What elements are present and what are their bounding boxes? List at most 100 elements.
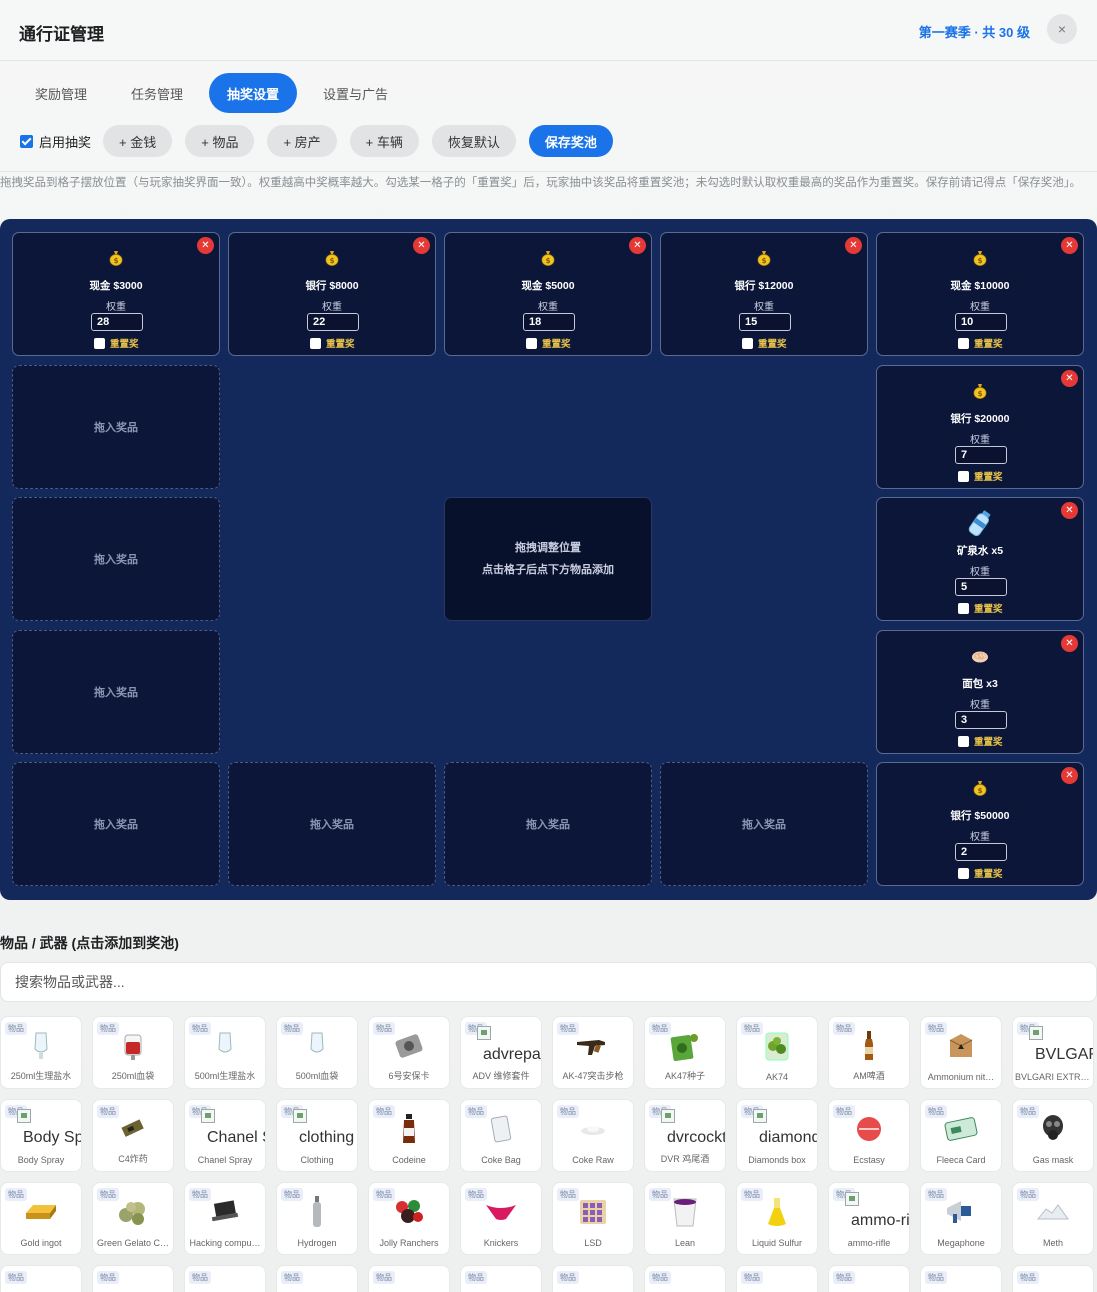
tab-rewards[interactable]: 奖励管理 [17,73,105,113]
close-button[interactable]: × [1047,14,1077,44]
item-card[interactable]: 物品Chanel SprayChanel Spray [184,1099,266,1172]
tab-lottery[interactable]: 抽奖设置 [209,73,298,113]
item-card[interactable]: 物品diamonds_boxDiamonds box [736,1099,818,1172]
item-card[interactable]: 物品 [736,1265,818,1292]
enable-lottery-checkbox[interactable]: 启用抽奖 [20,132,91,151]
reset-prize-checkbox[interactable]: 重置奖 [958,866,1003,880]
add-property-button[interactable]: + 房产 [267,125,337,157]
weight-input[interactable]: 7 [955,446,1007,464]
prize-cell[interactable]: ✕ 面包 x3 权重 3 重置奖 [876,630,1084,754]
item-card[interactable]: 物品dvrcocktailDVR 鸡尾酒 [644,1099,726,1172]
item-card[interactable]: 物品 AM啤酒 [828,1016,910,1089]
add-item-button[interactable]: + 物品 [185,125,255,157]
item-card[interactable]: 物品advrepairkitADV 维修套件 [460,1016,542,1089]
item-card[interactable]: 物品 Coke Raw [552,1099,634,1172]
item-card[interactable]: 物品 Jolly Ranchers [368,1182,450,1255]
item-card[interactable]: 物品 Gas mask [1012,1099,1094,1172]
item-card[interactable]: 物品 [184,1265,266,1292]
checkbox-icon[interactable] [958,337,969,349]
item-card[interactable]: 物品Body SprayBody Spray [0,1099,82,1172]
weight-input[interactable]: 15 [739,313,791,331]
item-card[interactable]: 物品 C4炸药 [92,1099,174,1172]
reset-prize-checkbox[interactable]: 重置奖 [958,734,1003,748]
weight-input[interactable]: 10 [955,313,1007,331]
reset-prize-checkbox[interactable]: 重置奖 [94,336,139,350]
reset-prize-checkbox[interactable]: 重置奖 [526,336,571,350]
checkbox-icon[interactable] [958,470,969,482]
item-card[interactable]: 物品 Megaphone [920,1182,1002,1255]
checkbox-icon[interactable] [958,867,969,879]
reset-prize-checkbox[interactable]: 重置奖 [742,336,787,350]
item-card[interactable]: 物品 [828,1265,910,1292]
item-card[interactable]: 物品 Meth [1012,1182,1094,1255]
tab-settings-ads[interactable]: 设置与广告 [305,73,406,113]
item-card[interactable]: 物品 Green Gelato C… [92,1182,174,1255]
checkbox-icon[interactable] [958,735,969,747]
item-card[interactable]: 物品 [460,1265,542,1292]
empty-prize-slot[interactable]: 拖入奖品 [660,762,868,886]
item-card[interactable]: 物品ammo-rifleammo-rifle [828,1182,910,1255]
restore-default-button[interactable]: 恢复默认 [431,125,516,157]
item-search-input[interactable]: 搜索物品或武器... [0,962,1097,1002]
item-card[interactable]: 物品 [920,1265,1002,1292]
checkbox-icon[interactable] [742,337,753,349]
add-money-button[interactable]: + 金钱 [103,125,173,157]
item-card[interactable]: 物品 Ammonium nit… [920,1016,1002,1089]
add-vehicle-button[interactable]: + 车辆 [349,125,419,157]
item-card[interactable]: 物品 [644,1265,726,1292]
checkbox-checked-icon[interactable] [20,134,33,148]
item-card[interactable]: 物品 Hydrogen [276,1182,358,1255]
item-card[interactable]: 物品 [1012,1265,1094,1292]
checkbox-icon[interactable] [94,337,105,349]
item-card[interactable]: 物品 Gold ingot [0,1182,82,1255]
weight-input[interactable]: 3 [955,711,1007,729]
weight-input[interactable]: 28 [91,313,143,331]
item-card[interactable]: 物品 [552,1265,634,1292]
prize-cell[interactable]: ✕ $ 银行 $50000 权重 2 重置奖 [876,762,1084,886]
item-card[interactable]: 物品 Coke Bag [460,1099,542,1172]
item-card[interactable]: 物品 [92,1265,174,1292]
prize-cell[interactable]: ✕ $ 银行 $8000 权重 22 重置奖 [228,232,436,356]
item-card[interactable]: 物品 AK-47突击步枪 [552,1016,634,1089]
item-card[interactable]: 物品 [0,1265,82,1292]
checkbox-icon[interactable] [958,602,969,614]
item-card[interactable]: 物品 250ml血袋 [92,1016,174,1089]
weight-input[interactable]: 18 [523,313,575,331]
item-card[interactable]: 物品 500ml生理盐水 [184,1016,266,1089]
prize-cell[interactable]: ✕ $ 银行 $20000 权重 7 重置奖 [876,365,1084,489]
prize-cell[interactable]: ✕ $ 现金 $3000 权重 28 重置奖 [12,232,220,356]
item-card[interactable]: 物品 AK74 [736,1016,818,1089]
tab-tasks[interactable]: 任务管理 [113,73,201,113]
empty-prize-slot[interactable]: 拖入奖品 [12,630,220,754]
empty-prize-slot[interactable]: 拖入奖品 [12,762,220,886]
item-card[interactable]: 物品 LSD [552,1182,634,1255]
empty-prize-slot[interactable]: 拖入奖品 [444,762,652,886]
item-card[interactable]: 物品 Ecstasy [828,1099,910,1172]
reset-prize-checkbox[interactable]: 重置奖 [958,469,1003,483]
weight-input[interactable]: 2 [955,843,1007,861]
item-card[interactable]: 物品BVLGARI EXTREMEBVLGARI EXTREME [1012,1016,1094,1089]
prize-cell[interactable]: ✕ $ 银行 $12000 权重 15 重置奖 [660,232,868,356]
weight-input[interactable]: 5 [955,578,1007,596]
item-card[interactable]: 物品 [368,1265,450,1292]
item-card[interactable]: 物品 Knickers [460,1182,542,1255]
empty-prize-slot[interactable]: 拖入奖品 [12,497,220,621]
item-card[interactable]: 物品 AK47种子 [644,1016,726,1089]
prize-cell[interactable]: ✕ $ 现金 $5000 权重 18 重置奖 [444,232,652,356]
item-card[interactable]: 物品 Lean [644,1182,726,1255]
save-pool-button[interactable]: 保存奖池 [528,125,613,157]
item-card[interactable]: 物品 500ml血袋 [276,1016,358,1089]
reset-prize-checkbox[interactable]: 重置奖 [958,601,1003,615]
prize-cell[interactable]: ✕ 矿泉水 x5 权重 5 重置奖 [876,497,1084,621]
checkbox-icon[interactable] [310,337,321,349]
item-card[interactable]: 物品 clothing Clothing [276,1099,358,1172]
item-card[interactable]: 物品 6号安保卡 [368,1016,450,1089]
prize-cell[interactable]: ✕ $ 现金 $10000 权重 10 重置奖 [876,232,1084,356]
item-card[interactable]: 物品 250ml生理盐水 [0,1016,82,1089]
checkbox-icon[interactable] [526,337,537,349]
item-card[interactable]: 物品 Liquid Sulfur [736,1182,818,1255]
reset-prize-checkbox[interactable]: 重置奖 [310,336,355,350]
empty-prize-slot[interactable]: 拖入奖品 [12,365,220,489]
item-card[interactable]: 物品 Hacking compu… [184,1182,266,1255]
reset-prize-checkbox[interactable]: 重置奖 [958,336,1003,350]
